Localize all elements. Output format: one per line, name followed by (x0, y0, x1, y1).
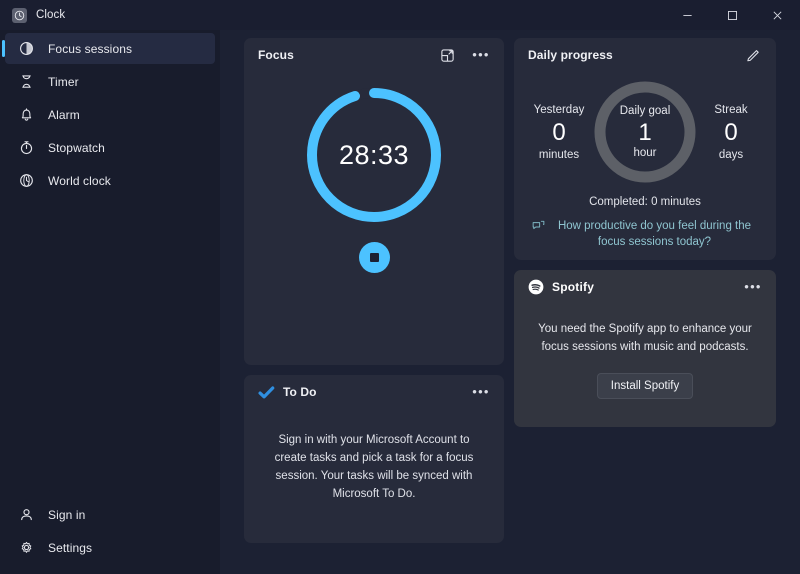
focus-progress-ring: 28:33 (303, 84, 445, 226)
ellipsis-glyph: ••• (744, 279, 762, 294)
todo-card-header: To Do ••• (244, 375, 504, 409)
ellipsis-glyph: ••• (472, 47, 490, 62)
focus-card-header: Focus ••• (244, 38, 504, 72)
daily-progress-stats: Yesterday 0 minutes Daily goal 1 hour St… (514, 72, 776, 186)
sidebar-primary-nav: Focus sessions Timer Alarm Stopwatch Wor… (0, 32, 220, 197)
streak-stat: Streak 0 days (700, 104, 762, 161)
focus-card: Focus ••• 28:33 (244, 38, 504, 365)
sidebar-secondary-nav: Sign in Settings (0, 498, 220, 574)
sidebar-item-timer[interactable]: Timer (5, 66, 215, 97)
maximize-icon[interactable] (710, 0, 755, 30)
streak-value: 0 (724, 118, 738, 146)
daily-progress-card: Daily progress Yesterday 0 minutes Daily… (514, 38, 776, 260)
bell-icon (18, 107, 34, 123)
daily-progress-header: Daily progress (514, 38, 776, 72)
todo-card-body: Sign in with your Microsoft Account to c… (244, 409, 504, 543)
sidebar-item-label: Stopwatch (48, 140, 105, 155)
mini-view-icon[interactable] (434, 43, 460, 67)
titlebar-left: Clock (0, 7, 66, 23)
spotify-card: Spotify ••• You need the Spotify app to … (514, 270, 776, 427)
more-options-icon[interactable]: ••• (740, 275, 766, 299)
sidebar-item-label: Focus sessions (48, 41, 133, 56)
more-options-icon[interactable]: ••• (468, 380, 494, 404)
daily-progress-title: Daily progress (528, 48, 613, 62)
feedback-icon (532, 220, 545, 233)
sidebar-item-focus-sessions[interactable]: Focus sessions (2, 33, 215, 64)
sidebar-item-world-clock[interactable]: World clock (5, 165, 215, 196)
streak-label: Streak (714, 103, 748, 116)
window-title: Clock (36, 9, 66, 21)
install-spotify-button[interactable]: Install Spotify (596, 373, 694, 399)
main-content: Focus ••• 28:33 To Do ••• Sign in with y… (220, 30, 800, 574)
window-controls (665, 0, 800, 30)
left-column: Focus ••• 28:33 To Do ••• Sign in with y… (244, 38, 504, 564)
focus-timer-area: 28:33 (244, 84, 504, 273)
sidebar-item-label: World clock (48, 173, 111, 188)
sidebar-item-alarm[interactable]: Alarm (5, 99, 215, 130)
yesterday-value: 0 (552, 118, 566, 146)
sidebar-item-settings[interactable]: Settings (5, 532, 215, 563)
minimize-icon[interactable] (665, 0, 710, 30)
stop-session-button[interactable] (358, 242, 390, 273)
hourglass-icon (18, 74, 34, 90)
daily-goal-inner: Daily goal 1 hour (591, 78, 699, 186)
daily-goal-unit: hour (633, 147, 657, 159)
focus-card-title: Focus (258, 48, 294, 62)
window-titlebar: Clock (0, 0, 800, 30)
gear-icon (18, 540, 34, 556)
todo-message: Sign in with your Microsoft Account to c… (274, 434, 474, 500)
daily-goal-ring: Daily goal 1 hour (591, 78, 699, 186)
navigation-sidebar: Focus sessions Timer Alarm Stopwatch Wor… (0, 30, 220, 574)
right-column: Daily progress Yesterday 0 minutes Daily… (514, 38, 776, 564)
window-body: Focus sessions Timer Alarm Stopwatch Wor… (0, 30, 800, 574)
more-options-icon[interactable]: ••• (468, 43, 494, 67)
close-icon[interactable] (755, 0, 800, 30)
sidebar-item-label: Alarm (48, 107, 80, 122)
sidebar-item-stopwatch[interactable]: Stopwatch (5, 132, 215, 163)
todo-check-icon (258, 384, 275, 401)
sidebar-item-label: Timer (48, 74, 79, 89)
spotify-card-title: Spotify (552, 280, 595, 294)
clock-icon (12, 7, 27, 23)
stop-square-icon (369, 253, 379, 262)
yesterday-stat: Yesterday 0 minutes (528, 104, 590, 161)
focus-sessions-icon (18, 41, 34, 57)
daily-goal-label: Daily goal (619, 105, 671, 117)
spotify-message: You need the Spotify app to enhance your… (538, 323, 752, 353)
todo-card-title: To Do (283, 385, 317, 399)
ellipsis-glyph: ••• (472, 384, 490, 399)
focus-timer-display: 28:33 (338, 139, 410, 170)
yesterday-unit: minutes (538, 148, 580, 161)
sidebar-item-sign-in[interactable]: Sign in (5, 499, 215, 530)
spotify-logo-icon (528, 279, 544, 295)
streak-unit: days (718, 148, 744, 161)
productivity-survey-text: How productive do you feel during the fo… (557, 220, 752, 248)
stopwatch-icon (18, 140, 34, 156)
clock-app-window: Clock Focus sessions Timer Alarm Stopwat… (0, 0, 800, 574)
globe-clock-icon (18, 173, 34, 189)
pencil-edit-icon[interactable] (740, 43, 766, 67)
spotify-card-body: You need the Spotify app to enhance your… (514, 304, 776, 427)
todo-card: To Do ••• Sign in with your Microsoft Ac… (244, 375, 504, 543)
person-icon (18, 507, 34, 523)
sidebar-item-label: Settings (48, 540, 93, 555)
daily-goal-value: 1 (638, 119, 652, 146)
sidebar-item-label: Sign in (48, 507, 86, 522)
spotify-card-header: Spotify ••• (514, 270, 776, 304)
completed-text: Completed: 0 minutes (589, 196, 701, 208)
productivity-survey-link[interactable]: How productive do you feel during the fo… (514, 208, 776, 250)
yesterday-label: Yesterday (533, 103, 585, 116)
